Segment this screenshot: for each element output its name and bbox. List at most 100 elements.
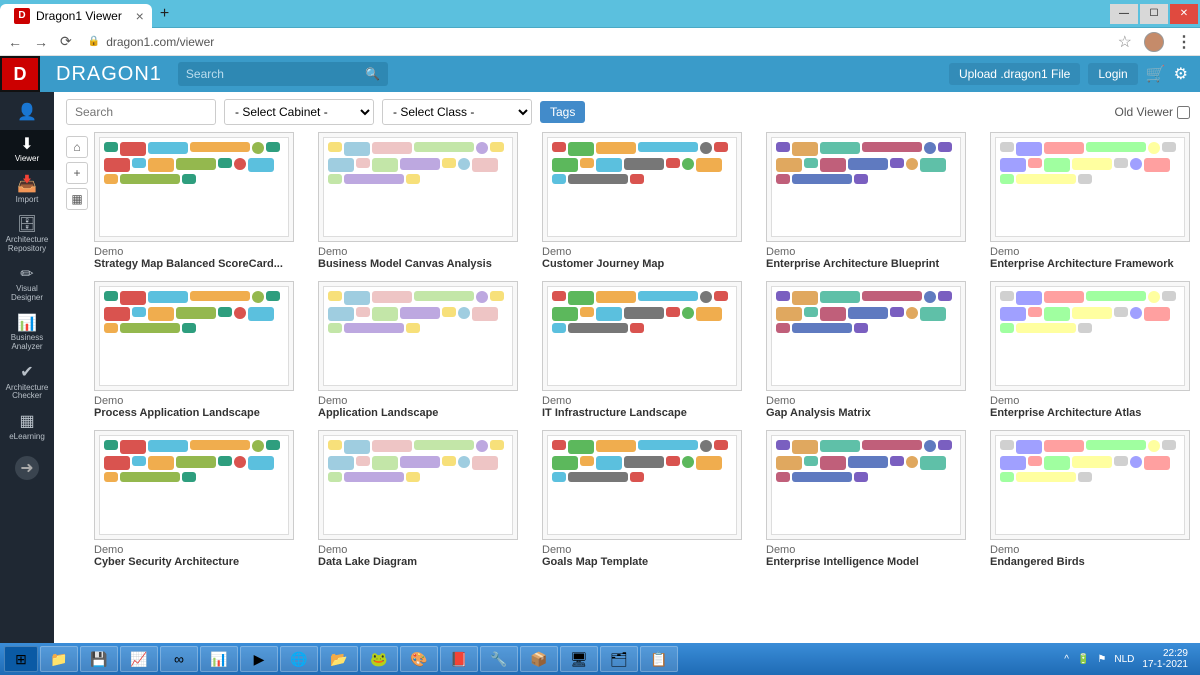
diagram-card[interactable]: DemoProcess Application Landscape (94, 281, 294, 420)
diagram-card[interactable]: DemoCyber Security Architecture (94, 430, 294, 569)
sidebar-item-viewer[interactable]: ⬇ Viewer (0, 130, 54, 170)
window-minimize-button[interactable]: — (1110, 4, 1138, 24)
card-category: Demo (542, 544, 742, 556)
diagram-card[interactable]: DemoEnterprise Intelligence Model (766, 430, 966, 569)
diagram-card[interactable]: DemoBusiness Model Canvas Analysis (318, 132, 518, 271)
forward-button[interactable]: → (34, 34, 48, 50)
card-thumbnail[interactable] (766, 281, 966, 391)
diagram-card[interactable]: DemoApplication Landscape (318, 281, 518, 420)
taskbar-app[interactable]: 📂 (320, 646, 358, 672)
card-title: Gap Analysis Matrix (766, 407, 966, 420)
taskbar-app[interactable]: 📕 (440, 646, 478, 672)
reload-button[interactable]: ⟳ (60, 33, 72, 50)
diagram-card[interactable]: DemoIT Infrastructure Landscape (542, 281, 742, 420)
new-tab-button[interactable]: + (160, 5, 169, 23)
card-thumbnail[interactable] (542, 132, 742, 242)
card-thumbnail[interactable] (990, 132, 1190, 242)
sidebar-item-import[interactable]: 📥 Import (0, 170, 54, 210)
lock-icon: 🔒 (88, 36, 100, 47)
old-viewer-checkbox[interactable] (1177, 106, 1190, 119)
diagram-card[interactable]: DemoCustomer Journey Map (542, 132, 742, 271)
diagram-card[interactable]: DemoEnterprise Architecture Blueprint (766, 132, 966, 271)
taskbar-app[interactable]: 📋 (640, 646, 678, 672)
login-button[interactable]: Login (1088, 63, 1137, 85)
card-thumbnail[interactable] (542, 281, 742, 391)
window-close-button[interactable]: ✕ (1170, 4, 1198, 24)
card-thumbnail[interactable] (318, 281, 518, 391)
profile-avatar[interactable] (1144, 32, 1164, 52)
taskbar-app[interactable]: 🗂 (600, 646, 638, 672)
header-search[interactable]: 🔍 (178, 62, 388, 86)
cart-icon[interactable]: 🛒 (1146, 64, 1166, 84)
settings-icon[interactable]: ⚙ (1174, 64, 1188, 84)
app-logo[interactable]: D (0, 56, 40, 92)
card-thumbnail[interactable] (542, 430, 742, 540)
diagram-card[interactable]: DemoGap Analysis Matrix (766, 281, 966, 420)
class-select[interactable]: - Select Class - (382, 99, 532, 125)
sidebar-item-checker[interactable]: ✔ Architecture Checker (0, 358, 54, 407)
sidebar-more-button[interactable]: ➜ (15, 456, 39, 480)
taskbar-app[interactable]: 📊 (200, 646, 238, 672)
browser-menu-icon[interactable]: ⋮ (1176, 32, 1192, 52)
start-button[interactable]: ⊞ (4, 646, 38, 672)
tray-flag-icon[interactable]: ⚑ (1097, 654, 1106, 665)
search-icon[interactable]: 🔍 (365, 67, 380, 81)
diagram-card[interactable]: DemoEnterprise Architecture Framework (990, 132, 1190, 271)
bookmark-icon[interactable]: ☆ (1118, 32, 1132, 52)
filter-search-input[interactable] (66, 99, 216, 125)
card-thumbnail[interactable] (990, 281, 1190, 391)
diagram-card[interactable]: DemoGoals Map Template (542, 430, 742, 569)
sidebar-item-profile[interactable]: 👤 (0, 98, 54, 130)
card-thumbnail[interactable] (94, 132, 294, 242)
taskbar-app[interactable]: ▶ (240, 646, 278, 672)
home-view-button[interactable]: ⌂ (66, 136, 88, 158)
card-title: Enterprise Architecture Framework (990, 258, 1190, 271)
layout-view-button[interactable]: ▦ (66, 188, 88, 210)
taskbar-app[interactable]: 📦 (520, 646, 558, 672)
sidebar-label: Viewer (15, 155, 39, 164)
address-bar[interactable]: 🔒 dragon1.com/viewer (88, 35, 215, 49)
viewer-icon: ⬇ (20, 136, 33, 154)
tray-chevron-icon[interactable]: ^ (1064, 654, 1069, 665)
diagram-card[interactable]: DemoEndangered Birds (990, 430, 1190, 569)
taskbar-app[interactable]: 🔧 (480, 646, 518, 672)
taskbar-app[interactable]: 🐸 (360, 646, 398, 672)
tray-clock[interactable]: 22:29 17-1-2021 (1142, 648, 1188, 670)
header-search-input[interactable] (186, 67, 365, 81)
sidebar-item-elearning[interactable]: ▦ eLearning (0, 407, 54, 447)
taskbar-app[interactable]: 📈 (120, 646, 158, 672)
diagram-card[interactable]: DemoData Lake Diagram (318, 430, 518, 569)
taskbar-app[interactable]: 🌐 (280, 646, 318, 672)
card-thumbnail[interactable] (766, 132, 966, 242)
back-button[interactable]: ← (8, 34, 22, 50)
taskbar-app[interactable]: 🎨 (400, 646, 438, 672)
card-category: Demo (542, 246, 742, 258)
taskbar-app[interactable]: 📁 (40, 646, 78, 672)
diagram-card[interactable]: DemoEnterprise Architecture Atlas (990, 281, 1190, 420)
window-maximize-button[interactable]: ☐ (1140, 4, 1168, 24)
old-viewer-label: Old Viewer (1115, 105, 1173, 119)
card-thumbnail[interactable] (318, 132, 518, 242)
card-thumbnail[interactable] (94, 430, 294, 540)
tray-network-icon[interactable]: 🔋 (1077, 654, 1089, 665)
tags-button[interactable]: Tags (540, 101, 585, 123)
old-viewer-toggle[interactable]: Old Viewer (1115, 105, 1190, 119)
taskbar-app[interactable]: 💾 (80, 646, 118, 672)
card-title: Enterprise Intelligence Model (766, 556, 966, 569)
card-thumbnail[interactable] (318, 430, 518, 540)
browser-tab[interactable]: D Dragon1 Viewer × (0, 4, 152, 28)
tab-close-icon[interactable]: × (136, 8, 144, 24)
card-thumbnail[interactable] (766, 430, 966, 540)
cabinet-select[interactable]: - Select Cabinet - (224, 99, 374, 125)
tray-language[interactable]: NLD (1114, 654, 1134, 665)
card-thumbnail[interactable] (990, 430, 1190, 540)
taskbar-app[interactable]: ∞ (160, 646, 198, 672)
sidebar-item-analyzer[interactable]: 📊 Business Analyzer (0, 309, 54, 358)
diagram-card[interactable]: DemoStrategy Map Balanced ScoreCard... (94, 132, 294, 271)
sidebar-item-designer[interactable]: ✏ Visual Designer (0, 260, 54, 309)
upload-button[interactable]: Upload .dragon1 File (949, 63, 1080, 85)
add-view-button[interactable]: + (66, 162, 88, 184)
taskbar-app[interactable]: 🖥 (560, 646, 598, 672)
sidebar-item-repository[interactable]: 🗄 Architecture Repository (0, 210, 54, 259)
card-thumbnail[interactable] (94, 281, 294, 391)
